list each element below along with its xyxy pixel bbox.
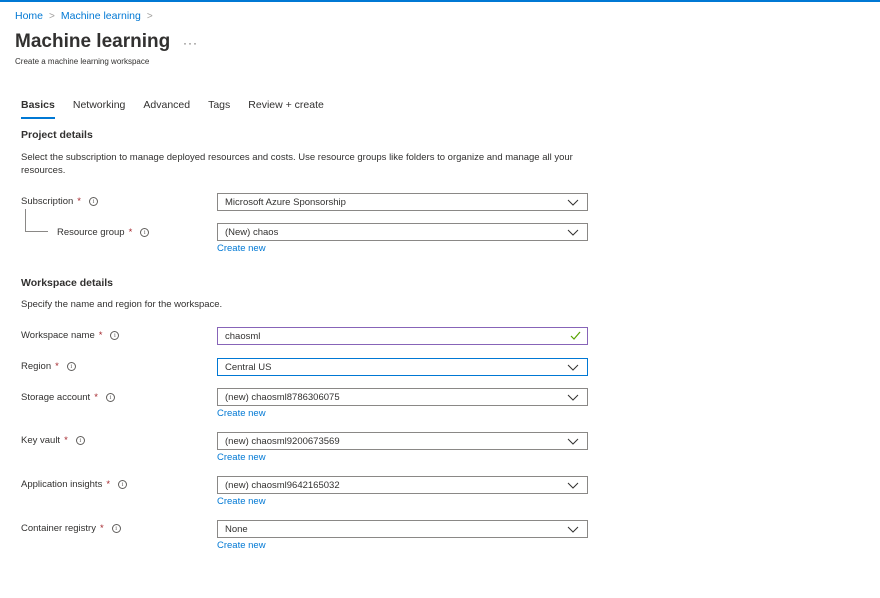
chevron-down-icon xyxy=(567,199,579,206)
chevron-down-icon xyxy=(567,229,579,236)
key-vault-label-text: Key vault xyxy=(21,435,61,446)
top-accent-bar xyxy=(0,0,880,2)
chevron-down-icon xyxy=(567,364,579,371)
subscription-label-text: Subscription xyxy=(21,196,74,207)
tree-connector-horizontal xyxy=(25,231,48,232)
required-marker: * xyxy=(98,330,103,341)
region-label: Region * i xyxy=(21,361,76,372)
storage-account-create-new-link[interactable]: Create new xyxy=(217,408,266,419)
more-options-icon[interactable]: ··· xyxy=(183,36,198,50)
required-marker: * xyxy=(99,523,104,534)
required-marker: * xyxy=(64,435,68,446)
info-icon[interactable]: i xyxy=(140,228,150,237)
project-details-heading: Project details xyxy=(21,129,93,141)
tab-review-create[interactable]: Review + create xyxy=(248,99,324,111)
container-registry-dropdown[interactable]: None xyxy=(217,520,588,538)
workspace-details-heading: Workspace details xyxy=(21,277,114,289)
resource-group-create-new-link[interactable]: Create new xyxy=(217,243,266,254)
info-icon[interactable]: i xyxy=(110,331,120,340)
breadcrumb-machine-learning[interactable]: Machine learning xyxy=(61,10,141,22)
container-registry-label-text: Container registry xyxy=(21,523,96,534)
resource-group-label: Resource group * i xyxy=(57,227,150,238)
tree-connector-vertical xyxy=(25,209,26,231)
resource-group-dropdown[interactable]: (New) chaos xyxy=(217,223,588,241)
tab-basics[interactable]: Basics xyxy=(21,99,55,119)
info-icon[interactable]: i xyxy=(75,436,85,445)
info-icon[interactable]: i xyxy=(105,393,115,402)
resource-group-value: (New) chaos xyxy=(225,226,279,238)
subscription-value: Microsoft Azure Sponsorship xyxy=(225,196,346,208)
region-dropdown[interactable]: Central US xyxy=(217,358,588,376)
chevron-down-icon xyxy=(567,394,579,401)
container-registry-label: Container registry * i xyxy=(21,523,121,534)
page-title: Machine learning xyxy=(15,31,171,52)
info-icon[interactable]: i xyxy=(111,524,121,533)
workspace-name-value: chaosml xyxy=(225,330,261,342)
required-marker: * xyxy=(55,361,59,372)
key-vault-label: Key vault * i xyxy=(21,435,85,446)
subscription-dropdown[interactable]: Microsoft Azure Sponsorship xyxy=(217,193,588,211)
required-marker: * xyxy=(106,479,111,490)
required-marker: * xyxy=(128,227,133,238)
tab-networking[interactable]: Networking xyxy=(73,99,126,111)
subscription-label: Subscription * i xyxy=(21,196,98,207)
tab-tags[interactable]: Tags xyxy=(208,99,230,111)
workspace-name-input[interactable]: chaosml xyxy=(217,327,588,345)
project-details-description: Select the subscription to manage deploy… xyxy=(21,152,573,176)
storage-account-label: Storage account * i xyxy=(21,392,115,403)
required-marker: * xyxy=(94,392,98,403)
tab-advanced[interactable]: Advanced xyxy=(143,99,190,111)
breadcrumb-separator: > xyxy=(146,10,153,22)
container-registry-value: None xyxy=(225,523,248,535)
chevron-down-icon xyxy=(567,526,579,533)
breadcrumb-home[interactable]: Home xyxy=(15,10,43,22)
application-insights-label-text: Application insights xyxy=(21,479,103,490)
storage-account-dropdown[interactable]: (new) chaosml8786306075 xyxy=(217,388,588,406)
required-marker: * xyxy=(77,196,81,207)
application-insights-value: (new) chaosml9642165032 xyxy=(225,479,340,491)
page-subtitle: Create a machine learning workspace xyxy=(15,57,150,66)
region-label-text: Region xyxy=(21,361,52,372)
info-icon[interactable]: i xyxy=(118,480,128,489)
application-insights-create-new-link[interactable]: Create new xyxy=(217,496,266,507)
workspace-details-description: Specify the name and region for the work… xyxy=(21,299,223,310)
chevron-down-icon xyxy=(567,438,579,445)
region-value: Central US xyxy=(225,361,272,373)
key-vault-dropdown[interactable]: (new) chaosml9200673569 xyxy=(217,432,588,450)
info-icon[interactable]: i xyxy=(88,197,98,206)
resource-group-label-text: Resource group xyxy=(57,227,125,238)
workspace-name-label-text: Workspace name xyxy=(21,330,95,341)
tab-bar: Basics Networking Advanced Tags Review +… xyxy=(21,99,324,119)
checkmark-icon xyxy=(570,331,581,340)
storage-account-value: (new) chaosml8786306075 xyxy=(225,391,340,403)
key-vault-create-new-link[interactable]: Create new xyxy=(217,452,266,463)
storage-account-label-text: Storage account xyxy=(21,392,91,403)
workspace-name-label: Workspace name * i xyxy=(21,330,120,341)
info-icon[interactable]: i xyxy=(66,362,76,371)
breadcrumb: Home > Machine learning > xyxy=(15,10,153,22)
application-insights-label: Application insights * i xyxy=(21,479,128,490)
container-registry-create-new-link[interactable]: Create new xyxy=(217,540,266,551)
key-vault-value: (new) chaosml9200673569 xyxy=(225,435,340,447)
application-insights-dropdown[interactable]: (new) chaosml9642165032 xyxy=(217,476,588,494)
breadcrumb-separator: > xyxy=(49,10,55,22)
chevron-down-icon xyxy=(567,482,579,489)
